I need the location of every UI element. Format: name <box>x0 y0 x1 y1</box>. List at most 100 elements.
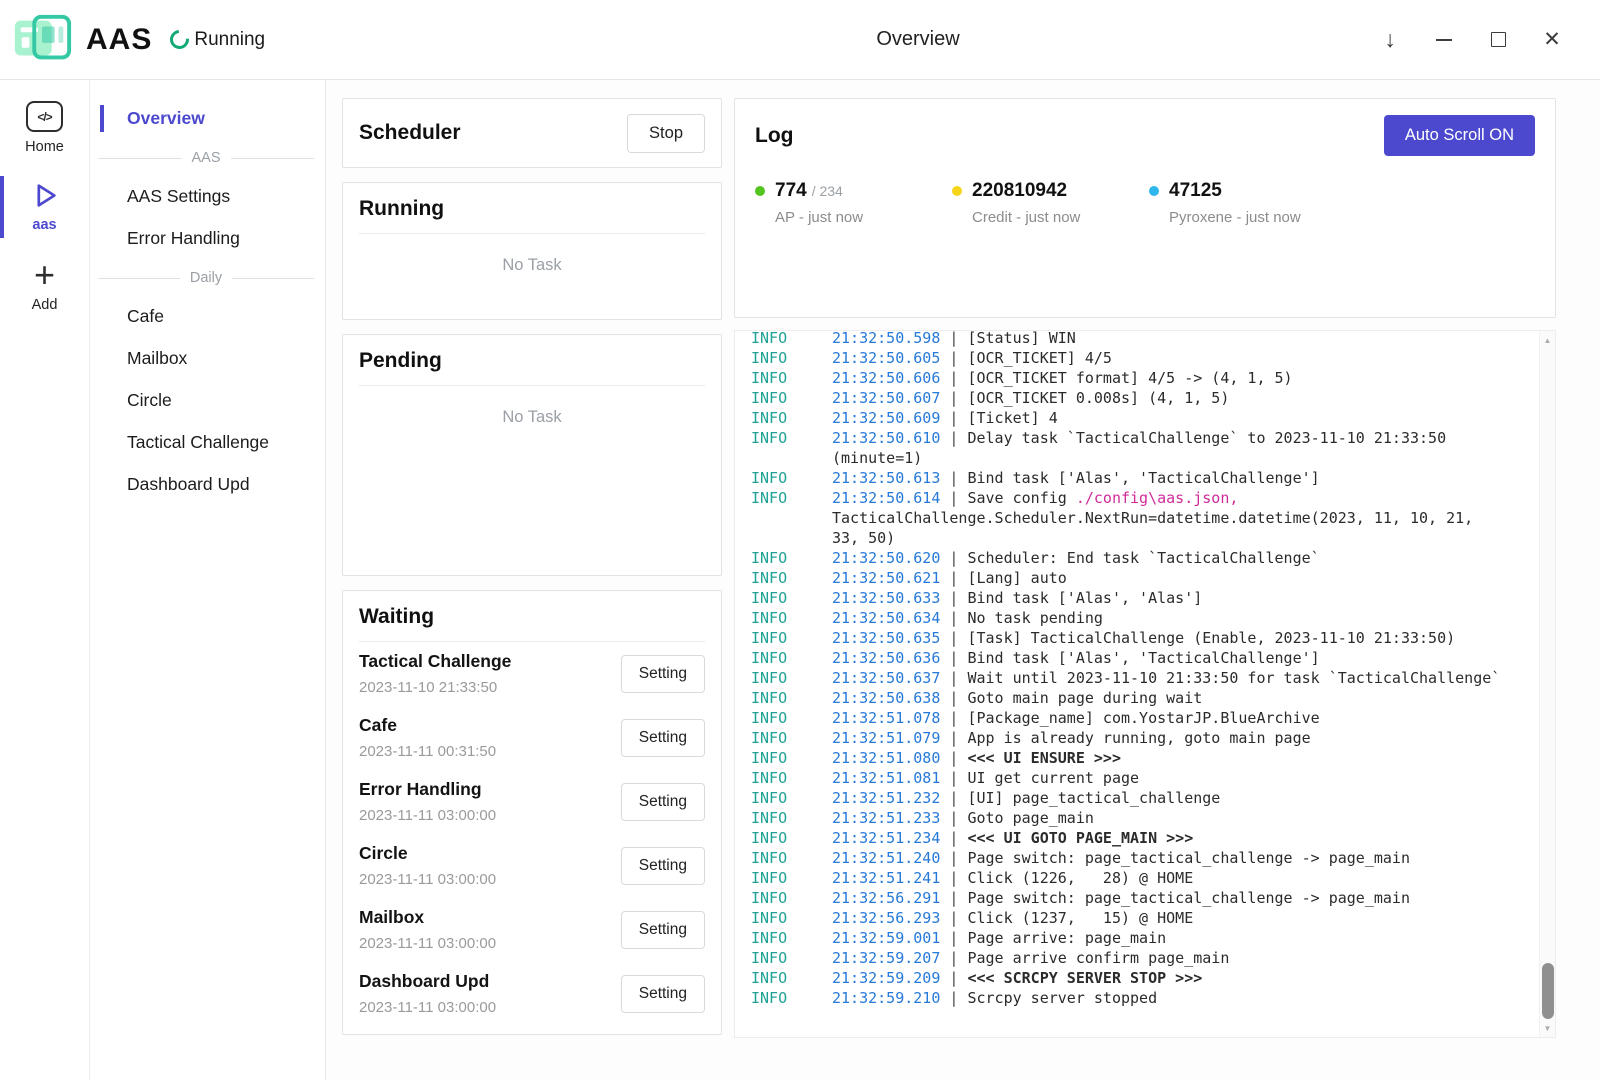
log-line: INFO21:32:51.240 | Page switch: page_tac… <box>751 848 1505 868</box>
task-setting-button[interactable]: Setting <box>621 719 705 757</box>
sidebar-item-dashboard-upd[interactable]: Dashboard Upd <box>98 464 314 506</box>
scheduler-stop-button[interactable]: Stop <box>627 114 705 153</box>
log-line: INFO21:32:56.291 | Page switch: page_tac… <box>751 888 1505 908</box>
home-icon: </> <box>26 101 63 132</box>
task-setting-button[interactable]: Setting <box>621 783 705 821</box>
update-download-icon[interactable]: ↓ <box>1376 26 1404 54</box>
log-message: Click (1226, 28) @ HOME <box>967 869 1193 887</box>
log-timestamp: 21:32:50.637 <box>832 669 940 687</box>
sidebar-item-overview[interactable]: Overview <box>98 98 314 140</box>
log-message: <<< UI GOTO PAGE_MAIN >>> <box>967 829 1193 847</box>
task-setting-button[interactable]: Setting <box>621 911 705 949</box>
log-separator: | <box>940 609 967 627</box>
log-separator: | <box>940 749 967 767</box>
log-message: [UI] page_tactical_challenge <box>967 789 1220 807</box>
log-timestamp: 21:32:51.078 <box>832 709 940 727</box>
log-scrollbar[interactable]: ▲ ▼ <box>1539 331 1555 1037</box>
log-timestamp: 21:32:50.609 <box>832 409 940 427</box>
rail-item-add[interactable]: + Add <box>0 254 89 318</box>
log-separator: | <box>940 729 967 747</box>
task-column: Scheduler Stop Running No Task Pending N… <box>342 98 722 1035</box>
waiting-task-name: Cafe <box>359 715 496 736</box>
log-timestamp: 21:32:50.605 <box>832 349 940 367</box>
run-status: Running <box>170 29 265 51</box>
log-level: INFO <box>751 768 832 788</box>
log-timestamp: 21:32:51.241 <box>832 869 940 887</box>
log-message: Page switch: page_tactical_challenge -> … <box>967 849 1410 867</box>
sidebar-item-cafe[interactable]: Cafe <box>98 296 314 338</box>
log-message: Bind task ['Alas', 'TacticalChallenge'] <box>967 469 1319 487</box>
play-icon <box>30 181 59 210</box>
sidebar-item-label: Tactical Challenge <box>127 432 269 452</box>
scroll-down-icon[interactable]: ▼ <box>1540 1020 1555 1036</box>
log-level: INFO <box>751 488 832 508</box>
sidebar-item-circle[interactable]: Circle <box>98 380 314 422</box>
rail-item-aas[interactable]: aas <box>0 176 89 238</box>
task-setting-button[interactable]: Setting <box>621 975 705 1013</box>
log-level: INFO <box>751 948 832 968</box>
scrollbar-thumb[interactable] <box>1542 963 1554 1019</box>
waiting-card: Waiting Tactical Challenge 2023-11-10 21… <box>342 590 722 1035</box>
sidebar-item-error-handling[interactable]: Error Handling <box>98 218 314 260</box>
log-timestamp: 21:32:51.080 <box>832 749 940 767</box>
waiting-task-time: 2023-11-11 03:00:00 <box>359 999 496 1016</box>
scroll-up-icon[interactable]: ▲ <box>1540 332 1555 348</box>
nav-sidebar: Overview AAS AAS Settings Error Handling Dai… <box>90 80 326 1080</box>
waiting-task-row: Tactical Challenge 2023-11-10 21:33:50 S… <box>359 642 705 706</box>
minimize-button[interactable] <box>1430 26 1458 54</box>
log-output[interactable]: INFO21:32:50.598 | [Status] WININFO21:32… <box>734 330 1556 1038</box>
waiting-task-name: Mailbox <box>359 907 496 928</box>
nav-list: Overview AAS AAS Settings Error Handling Dai… <box>98 98 314 506</box>
minimize-icon <box>1436 39 1452 41</box>
log-separator: | <box>940 330 967 347</box>
log-line: INFO21:32:59.001 | Page arrive: page_mai… <box>751 928 1505 948</box>
sidebar-item-mailbox[interactable]: Mailbox <box>98 338 314 380</box>
maximize-icon <box>1491 32 1506 47</box>
maximize-button[interactable] <box>1484 26 1512 54</box>
log-line: INFO21:32:56.293 | Click (1237, 15) @ HO… <box>751 908 1505 928</box>
log-level: INFO <box>751 348 832 368</box>
log-timestamp: 21:32:59.210 <box>832 989 940 1007</box>
rail-aas-label: aas <box>32 217 56 233</box>
icon-rail: </> Home aas + Add <box>0 80 90 1080</box>
running-title: Running <box>359 197 705 234</box>
log-timestamp: 21:32:50.607 <box>832 389 940 407</box>
log-separator: | <box>940 989 967 1007</box>
log-timestamp: 21:32:51.232 <box>832 789 940 807</box>
log-separator: | <box>940 689 967 707</box>
stat-value: 47125 <box>1169 180 1222 202</box>
log-separator: | <box>940 889 967 907</box>
log-line: INFO21:32:50.613 | Bind task ['Alas', 'T… <box>751 468 1505 488</box>
log-timestamp: 21:32:50.606 <box>832 369 940 387</box>
log-line: INFO21:32:59.210 | Scrcpy server stopped <box>751 988 1505 1008</box>
task-setting-button[interactable]: Setting <box>621 847 705 885</box>
task-setting-button[interactable]: Setting <box>621 655 705 693</box>
stat-suffix: / 234 <box>812 183 843 199</box>
log-message: App is already running, goto main page <box>967 729 1310 747</box>
waiting-task-info: Circle 2023-11-11 03:00:00 <box>359 843 496 888</box>
log-level: INFO <box>751 468 832 488</box>
log-timestamp: 21:32:50.613 <box>832 469 940 487</box>
sidebar-item-tactical-challenge[interactable]: Tactical Challenge <box>98 422 314 464</box>
log-separator: | <box>940 429 967 447</box>
log-lines: INFO21:32:50.598 | [Status] WININFO21:32… <box>735 330 1555 1016</box>
log-message: Page arrive confirm page_main <box>967 949 1229 967</box>
log-line: INFO21:32:51.241 | Click (1226, 28) @ HO… <box>751 868 1505 888</box>
nav-section-label: AAS <box>192 150 221 166</box>
close-button[interactable]: ✕ <box>1538 26 1566 54</box>
waiting-task-name: Error Handling <box>359 779 496 800</box>
log-separator: | <box>940 849 967 867</box>
rail-item-home[interactable]: </> Home <box>0 96 89 160</box>
stat-label: AP - just now <box>775 209 863 226</box>
sidebar-item-aas-settings[interactable]: AAS Settings <box>98 176 314 218</box>
waiting-task-time: 2023-11-10 21:33:50 <box>359 679 511 696</box>
app-logo <box>10 8 74 72</box>
log-message: [Ticket] 4 <box>967 409 1057 427</box>
nav-section-label: Daily <box>190 270 222 286</box>
sidebar-item-label: AAS Settings <box>127 186 230 206</box>
log-line: INFO21:32:50.633 | Bind task ['Alas', 'A… <box>751 588 1505 608</box>
log-line: INFO21:32:50.610 | Delay task `TacticalC… <box>751 428 1505 468</box>
log-line: INFO21:32:51.081 | UI get current page <box>751 768 1505 788</box>
auto-scroll-button[interactable]: Auto Scroll ON <box>1384 115 1535 156</box>
log-message: [Task] TacticalChallenge (Enable, 2023-1… <box>967 629 1455 647</box>
